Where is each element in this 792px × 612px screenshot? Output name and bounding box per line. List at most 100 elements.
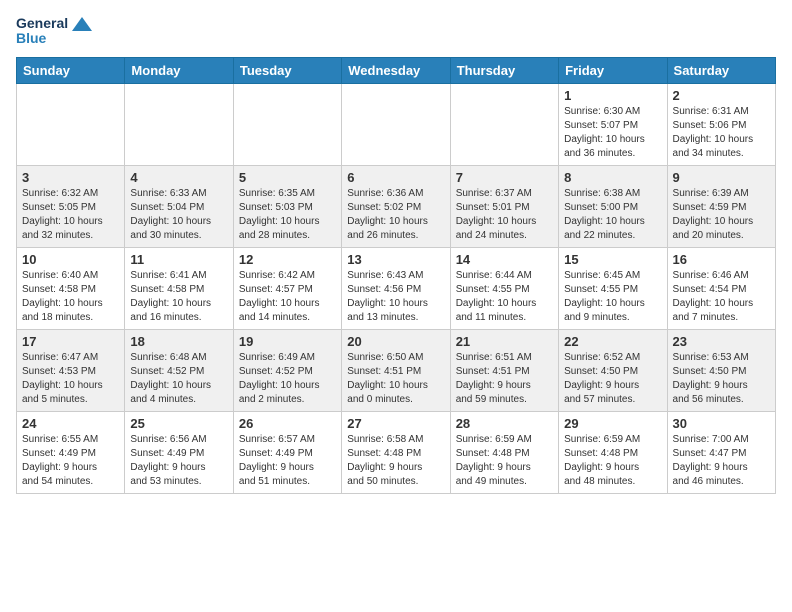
day-info: Sunrise: 6:42 AM Sunset: 4:57 PM Dayligh… (239, 269, 336, 325)
day-info: Sunrise: 6:59 AM Sunset: 4:48 PM Dayligh… (564, 433, 661, 489)
day-info: Sunrise: 6:57 AM Sunset: 4:49 PM Dayligh… (239, 433, 336, 489)
col-saturday: Saturday (667, 57, 775, 83)
day-info: Sunrise: 6:53 AM Sunset: 4:50 PM Dayligh… (673, 351, 770, 407)
logo-general: General (16, 16, 92, 31)
logo-blue: Blue (16, 31, 92, 46)
calendar-week-row: 24Sunrise: 6:55 AM Sunset: 4:49 PM Dayli… (17, 411, 776, 493)
day-info: Sunrise: 6:46 AM Sunset: 4:54 PM Dayligh… (673, 269, 770, 325)
day-number: 3 (22, 170, 119, 185)
calendar-cell: 2 Sunrise: 6:31 AM Sunset: 5:06 PM Daylig… (667, 83, 775, 165)
day-number: 28 (456, 416, 553, 431)
day-number: 5 (239, 170, 336, 185)
day-number: 22 (564, 334, 661, 349)
calendar-cell (17, 83, 125, 165)
calendar-cell (342, 83, 450, 165)
day-number: 14 (456, 252, 553, 267)
calendar-cell: 8 Sunrise: 6:38 AM Sunset: 5:00 PM Daylig… (559, 165, 667, 247)
calendar-week-row: 1 Sunrise: 6:30 AM Sunset: 5:07 PM Daylig… (17, 83, 776, 165)
day-info: Sunrise: 6:30 AM Sunset: 5:07 PM Dayligh… (564, 105, 661, 161)
calendar-cell: 21Sunrise: 6:51 AM Sunset: 4:51 PM Dayli… (450, 329, 558, 411)
day-info: Sunrise: 6:45 AM Sunset: 4:55 PM Dayligh… (564, 269, 661, 325)
day-info: Sunrise: 6:49 AM Sunset: 4:52 PM Dayligh… (239, 351, 336, 407)
calendar-cell: 16 Sunrise: 6:46 AM Sunset: 4:54 PM Dayli… (667, 247, 775, 329)
calendar-week-row: 17Sunrise: 6:47 AM Sunset: 4:53 PM Dayli… (17, 329, 776, 411)
day-number: 25 (130, 416, 227, 431)
calendar-cell: 25 Sunrise: 6:56 AM Sunset: 4:49 PM Dayli… (125, 411, 233, 493)
calendar-header-row: Sunday Monday Tuesday Wednesday Thursday… (17, 57, 776, 83)
col-wednesday: Wednesday (342, 57, 450, 83)
calendar-week-row: 10 Sunrise: 6:40 AM Sunset: 4:58 PM Dayli… (17, 247, 776, 329)
day-number: 11 (130, 252, 227, 267)
day-info: Sunrise: 6:58 AM Sunset: 4:48 PM Dayligh… (347, 433, 444, 489)
day-info: Sunrise: 6:36 AM Sunset: 5:02 PM Dayligh… (347, 187, 444, 243)
day-info: Sunrise: 6:44 AM Sunset: 4:55 PM Dayligh… (456, 269, 553, 325)
day-number: 23 (673, 334, 770, 349)
day-info: Sunrise: 6:39 AM Sunset: 4:59 PM Dayligh… (673, 187, 770, 243)
day-info: Sunrise: 6:48 AM Sunset: 4:52 PM Dayligh… (130, 351, 227, 407)
calendar-cell: 28 Sunrise: 6:59 AM Sunset: 4:48 PM Dayli… (450, 411, 558, 493)
day-number: 6 (347, 170, 444, 185)
day-number: 27 (347, 416, 444, 431)
calendar-cell: 23 Sunrise: 6:53 AM Sunset: 4:50 PM Dayli… (667, 329, 775, 411)
header: General Blue (16, 16, 776, 47)
logo: General Blue (16, 16, 92, 47)
day-number: 29 (564, 416, 661, 431)
calendar-cell: 4 Sunrise: 6:33 AM Sunset: 5:04 PM Daylig… (125, 165, 233, 247)
calendar-cell: 5 Sunrise: 6:35 AM Sunset: 5:03 PM Daylig… (233, 165, 341, 247)
day-number: 7 (456, 170, 553, 185)
logo-triangle-icon (72, 17, 92, 31)
day-info: Sunrise: 6:51 AM Sunset: 4:51 PM Dayligh… (456, 351, 553, 407)
day-info: Sunrise: 6:35 AM Sunset: 5:03 PM Dayligh… (239, 187, 336, 243)
day-number: 4 (130, 170, 227, 185)
calendar-cell: 11 Sunrise: 6:41 AM Sunset: 4:58 PM Dayli… (125, 247, 233, 329)
calendar-cell: 7Sunrise: 6:37 AM Sunset: 5:01 PM Daylig… (450, 165, 558, 247)
day-number: 17 (22, 334, 119, 349)
day-number: 19 (239, 334, 336, 349)
day-number: 2 (673, 88, 770, 103)
day-info: Sunrise: 6:31 AM Sunset: 5:06 PM Dayligh… (673, 105, 770, 161)
calendar-cell: 29 Sunrise: 6:59 AM Sunset: 4:48 PM Dayli… (559, 411, 667, 493)
calendar-cell (233, 83, 341, 165)
day-number: 1 (564, 88, 661, 103)
day-info: Sunrise: 6:41 AM Sunset: 4:58 PM Dayligh… (130, 269, 227, 325)
calendar-cell: 26 Sunrise: 6:57 AM Sunset: 4:49 PM Dayli… (233, 411, 341, 493)
calendar-cell: 19 Sunrise: 6:49 AM Sunset: 4:52 PM Dayli… (233, 329, 341, 411)
col-monday: Monday (125, 57, 233, 83)
calendar-cell: 22 Sunrise: 6:52 AM Sunset: 4:50 PM Dayli… (559, 329, 667, 411)
page: General Blue Sunday Monday Tuesday Wedne… (0, 0, 792, 510)
day-info: Sunrise: 7:00 AM Sunset: 4:47 PM Dayligh… (673, 433, 770, 489)
day-info: Sunrise: 6:40 AM Sunset: 4:58 PM Dayligh… (22, 269, 119, 325)
day-number: 13 (347, 252, 444, 267)
calendar-cell: 9 Sunrise: 6:39 AM Sunset: 4:59 PM Daylig… (667, 165, 775, 247)
day-info: Sunrise: 6:33 AM Sunset: 5:04 PM Dayligh… (130, 187, 227, 243)
day-number: 20 (347, 334, 444, 349)
calendar-cell: 14 Sunrise: 6:44 AM Sunset: 4:55 PM Dayli… (450, 247, 558, 329)
day-number: 30 (673, 416, 770, 431)
day-number: 18 (130, 334, 227, 349)
calendar-cell: 10 Sunrise: 6:40 AM Sunset: 4:58 PM Dayli… (17, 247, 125, 329)
calendar-cell (450, 83, 558, 165)
calendar-cell (125, 83, 233, 165)
day-number: 16 (673, 252, 770, 267)
calendar-cell: 18 Sunrise: 6:48 AM Sunset: 4:52 PM Dayli… (125, 329, 233, 411)
day-number: 9 (673, 170, 770, 185)
day-info: Sunrise: 6:50 AM Sunset: 4:51 PM Dayligh… (347, 351, 444, 407)
calendar-cell: 13 Sunrise: 6:43 AM Sunset: 4:56 PM Dayli… (342, 247, 450, 329)
day-info: Sunrise: 6:56 AM Sunset: 4:49 PM Dayligh… (130, 433, 227, 489)
calendar-cell: 20 Sunrise: 6:50 AM Sunset: 4:51 PM Dayli… (342, 329, 450, 411)
col-friday: Friday (559, 57, 667, 83)
calendar-cell: 24Sunrise: 6:55 AM Sunset: 4:49 PM Dayli… (17, 411, 125, 493)
day-info: Sunrise: 6:43 AM Sunset: 4:56 PM Dayligh… (347, 269, 444, 325)
day-number: 8 (564, 170, 661, 185)
calendar: Sunday Monday Tuesday Wednesday Thursday… (16, 57, 776, 494)
calendar-week-row: 3Sunrise: 6:32 AM Sunset: 5:05 PM Daylig… (17, 165, 776, 247)
calendar-cell: 12Sunrise: 6:42 AM Sunset: 4:57 PM Dayli… (233, 247, 341, 329)
day-number: 10 (22, 252, 119, 267)
calendar-cell: 17Sunrise: 6:47 AM Sunset: 4:53 PM Dayli… (17, 329, 125, 411)
day-info: Sunrise: 6:59 AM Sunset: 4:48 PM Dayligh… (456, 433, 553, 489)
day-info: Sunrise: 6:52 AM Sunset: 4:50 PM Dayligh… (564, 351, 661, 407)
day-info: Sunrise: 6:38 AM Sunset: 5:00 PM Dayligh… (564, 187, 661, 243)
col-tuesday: Tuesday (233, 57, 341, 83)
day-number: 26 (239, 416, 336, 431)
calendar-cell: 15Sunrise: 6:45 AM Sunset: 4:55 PM Dayli… (559, 247, 667, 329)
